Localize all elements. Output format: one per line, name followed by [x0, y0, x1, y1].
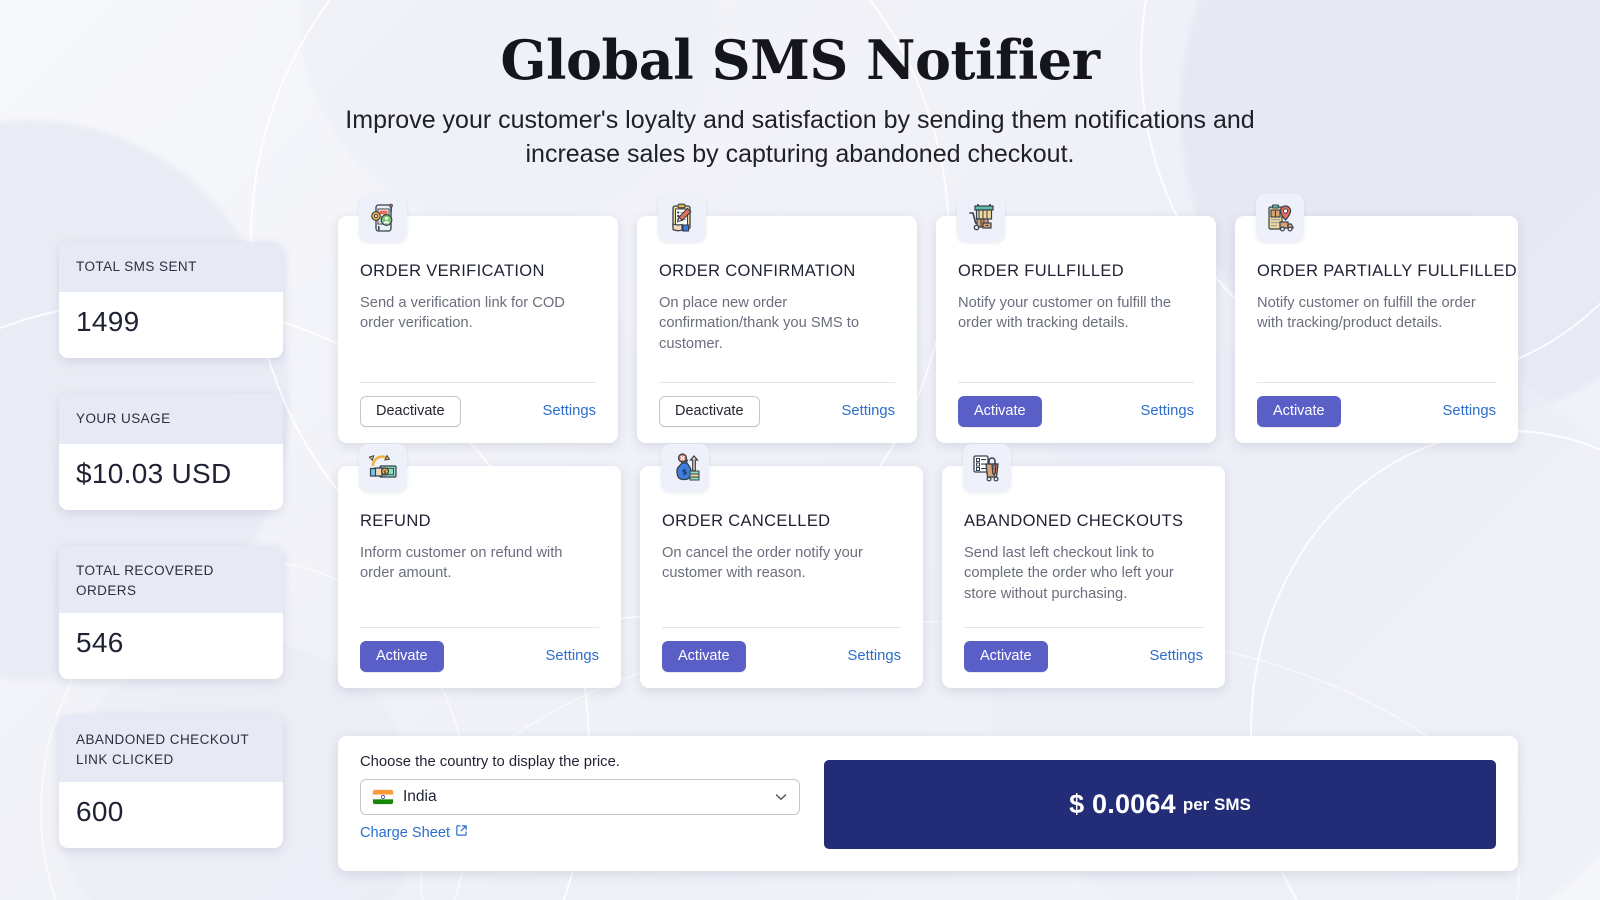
feature-card-order-cancelled[interactable]: $ ORDER CANCELLED On cancel the order no… [640, 444, 923, 688]
feature-description: Send last left checkout link to complete… [964, 545, 1174, 602]
stat-label: YOUR USAGE [59, 394, 283, 444]
svg-text:$: $ [682, 468, 688, 477]
card-actions: Activate Settings [964, 628, 1203, 672]
settings-link[interactable]: Settings [1443, 403, 1496, 419]
settings-link[interactable]: Settings [1150, 648, 1203, 664]
india-flag-icon [373, 790, 393, 804]
card-actions: Deactivate Settings [360, 383, 596, 427]
card-actions: Deactivate Settings [659, 383, 895, 427]
stat-card-total-sms-sent: TOTAL SMS SENT 1499 [59, 242, 283, 358]
stat-card-abandoned-checkout-link-clicked: ABANDONED CHECKOUT LINK CLICKED 600 [59, 715, 283, 849]
feature-description: Inform customer on refund with order amo… [360, 545, 563, 582]
stat-value: $10.03 USD [76, 458, 232, 489]
country-select-label: Choose the country to display the price. [360, 754, 620, 770]
card-actions: Activate Settings [958, 383, 1194, 427]
country-selector-block: Choose the country to display the price.… [360, 754, 800, 842]
card-actions: Activate Settings [360, 628, 599, 672]
activate-button[interactable]: Activate [958, 395, 1042, 427]
activate-button[interactable]: Activate [360, 640, 444, 672]
checkout-cart-tag-icon [963, 444, 1011, 492]
charge-sheet-link[interactable]: Charge Sheet [360, 824, 468, 841]
activate-button[interactable]: Activate [1257, 395, 1341, 427]
feature-card-order-verification[interactable]: ORDER VERIFICATION Send a verification l… [338, 194, 618, 443]
feature-description: Notify your customer on fulfill the orde… [958, 295, 1172, 332]
settings-link[interactable]: Settings [842, 403, 895, 419]
card-actions: Activate Settings [662, 628, 901, 672]
feature-card-order-confirmation[interactable]: ORDER CONFIRMATION On place new order co… [637, 194, 917, 443]
feature-card-refund[interactable]: $ REFUND Inform customer on refund with … [338, 444, 621, 688]
country-select-value: India [403, 788, 437, 805]
statistics-sidebar: TOTAL SMS SENT 1499 YOUR USAGE $10.03 US… [59, 242, 283, 884]
deactivate-button[interactable]: Deactivate [360, 395, 461, 427]
stat-label: ABANDONED CHECKOUT LINK CLICKED [59, 715, 283, 783]
warehouse-cart-icon [957, 194, 1005, 242]
stat-card-your-usage: YOUR USAGE $10.03 USD [59, 394, 283, 510]
activate-button[interactable]: Activate [964, 640, 1048, 672]
price-unit: per SMS [1182, 794, 1251, 814]
feature-card-order-fullfilled[interactable]: ORDER FULLFILLED Notify your customer on… [936, 194, 1216, 443]
feature-title: ORDER VERIFICATION [360, 262, 545, 280]
feature-card-abandoned-checkouts[interactable]: ABANDONED CHECKOUTS Send last left check… [942, 444, 1225, 688]
country-select[interactable]: India [360, 779, 800, 815]
clipboard-pen-icon [658, 194, 706, 242]
stat-card-total-recovered-orders: TOTAL RECOVERED ORDERS 546 [59, 546, 283, 680]
feature-title: ORDER CANCELLED [662, 512, 831, 530]
charge-sheet-label: Charge Sheet [360, 824, 451, 841]
stat-label: TOTAL SMS SENT [59, 242, 283, 292]
feature-title: ABANDONED CHECKOUTS [964, 512, 1184, 530]
feature-title: REFUND [360, 512, 431, 530]
settings-link[interactable]: Settings [543, 403, 596, 419]
settings-link[interactable]: Settings [848, 648, 901, 664]
settings-link[interactable]: Settings [1141, 403, 1194, 419]
feature-description: On cancel the order notify your customer… [662, 545, 863, 582]
stat-value: 600 [76, 796, 124, 828]
card-actions: Activate Settings [1257, 383, 1496, 427]
feature-description: On place new order confirmation/thank yo… [659, 295, 860, 352]
feature-card-grid: ORDER VERIFICATION Send a verification l… [338, 194, 1518, 711]
external-link-icon [455, 824, 468, 841]
money-back-hand-icon: $ [359, 444, 407, 492]
price-banner: $ 0.0064 per SMS [824, 760, 1496, 849]
mobile-verification-icon [359, 194, 407, 242]
country-select-wrapper[interactable]: India [360, 779, 800, 815]
delivery-truck-pin-icon [1256, 194, 1304, 242]
feature-row-1: ORDER VERIFICATION Send a verification l… [338, 194, 1518, 443]
feature-title: ORDER PARTIALLY FULLFILLED [1257, 262, 1518, 280]
page-title: Global SMS Notifier [500, 28, 1100, 92]
app-page: Global SMS Notifier Improve your custome… [0, 0, 1600, 900]
feature-card-order-partially-fullfilled[interactable]: ORDER PARTIALLY FULLFILLED Notify custom… [1235, 194, 1518, 443]
activate-button[interactable]: Activate [662, 640, 746, 672]
feature-title: ORDER CONFIRMATION [659, 262, 856, 280]
stat-value: 1499 [76, 306, 140, 337]
stat-value: 546 [76, 627, 124, 659]
feature-description: Notify customer on fulfill the order wit… [1257, 295, 1476, 332]
stat-label: TOTAL RECOVERED ORDERS [59, 546, 283, 614]
pricing-panel: Choose the country to display the price.… [338, 736, 1518, 871]
price-amount: $ 0.0064 [1069, 789, 1176, 819]
feature-description: Send a verification link for COD order v… [360, 295, 565, 332]
page-subtitle: Improve your customer's loyalty and sati… [345, 106, 1255, 169]
hero-header: Global SMS Notifier Improve your custome… [0, 0, 1600, 172]
svg-text:$: $ [383, 470, 387, 476]
deactivate-button[interactable]: Deactivate [659, 395, 760, 427]
money-bag-cancel-icon: $ [661, 444, 709, 492]
settings-link[interactable]: Settings [546, 648, 599, 664]
feature-row-2: $ REFUND Inform customer on refund with … [338, 444, 1518, 688]
feature-title: ORDER FULLFILLED [958, 262, 1125, 280]
